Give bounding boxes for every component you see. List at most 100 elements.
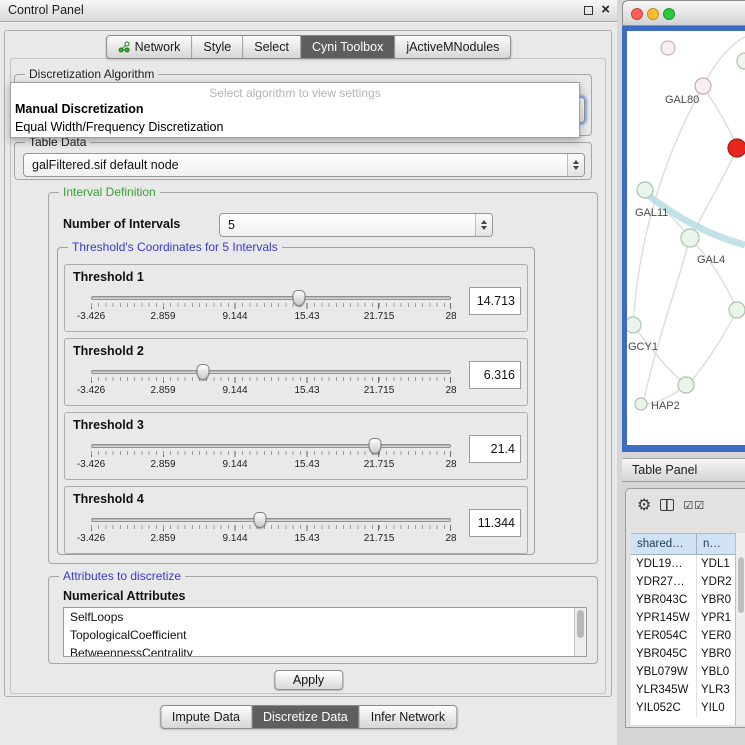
threshold-1-slider[interactable]: -3.426 2.859 9.144 15.43 21.715 28 [91, 289, 451, 327]
table-cell[interactable]: YDL1 [697, 555, 737, 573]
table-cell[interactable]: YPR1 [697, 609, 737, 627]
slider-track[interactable] [91, 370, 451, 374]
close-icon[interactable] [601, 1, 610, 18]
restore-icon[interactable] [584, 6, 593, 15]
threshold-2-value[interactable]: 6.316 [469, 361, 521, 389]
number-of-intervals-combo[interactable]: 5 [219, 213, 493, 237]
up-down-arrows-icon[interactable] [475, 214, 492, 236]
network-canvas[interactable]: GAL80 GAL11 GAL4 GCY1 HAP2 [627, 31, 745, 445]
up-down-arrows-icon[interactable] [567, 154, 584, 176]
table-cell[interactable]: YBR0 [697, 645, 737, 663]
column-header[interactable]: shared… [631, 534, 697, 554]
network-node-gal11[interactable] [637, 182, 653, 198]
network-node-gcy1[interactable] [627, 317, 641, 333]
gear-icon[interactable] [637, 497, 651, 513]
list-item[interactable]: BetweennessCentrality [64, 644, 586, 657]
column-header[interactable]: n… [697, 534, 737, 554]
dropdown-item-equal-width-frequency[interactable]: Equal Width/Frequency Discretization [11, 118, 579, 136]
table-row[interactable]: YBL079W YBL0 [631, 663, 737, 681]
threshold-4-value[interactable]: 11.344 [469, 509, 521, 537]
table-cell[interactable]: YBR045C [631, 645, 697, 663]
tab-select[interactable]: Select [243, 36, 301, 58]
table-row[interactable]: YIL052C YIL0 [631, 699, 737, 717]
network-node-hap2[interactable] [635, 398, 647, 410]
table-cell[interactable]: YIL0 [697, 699, 737, 717]
table-cell[interactable]: YDR27… [631, 573, 697, 591]
table-row[interactable]: YER054C YER0 [631, 627, 737, 645]
tab-network[interactable]: Network [107, 36, 193, 58]
table-row[interactable]: YDL19… YDL1 [631, 555, 737, 573]
scrollbar-thumb[interactable] [738, 557, 744, 613]
slider-track[interactable] [91, 518, 451, 522]
network-node-gal4[interactable] [681, 229, 699, 247]
list-item[interactable]: SelfLoops [64, 608, 586, 626]
list-item[interactable]: TopologicalCoefficient [64, 626, 586, 644]
red-node[interactable] [728, 139, 745, 157]
table-cell[interactable]: YBR043C [631, 591, 697, 609]
table-row[interactable]: YDR27… YDR2 [631, 573, 737, 591]
group-title: Threshold's Coordinates for 5 Intervals [68, 240, 282, 254]
minimize-light[interactable] [647, 8, 659, 20]
table-cell[interactable]: YBL0 [697, 663, 737, 681]
tab-impute-data[interactable]: Impute Data [161, 706, 252, 728]
table-scrollbar[interactable] [735, 533, 745, 725]
table-cell[interactable]: YLR345W [631, 681, 697, 699]
number-of-intervals-value: 5 [220, 214, 475, 236]
threshold-2-slider[interactable]: -3.426 2.859 9.144 15.43 21.715 28 [91, 363, 451, 401]
network-node[interactable] [678, 377, 694, 393]
network-node[interactable] [729, 302, 745, 318]
network-node[interactable] [661, 41, 675, 55]
tab-style[interactable]: Style [192, 36, 243, 58]
table-row[interactable]: YLR345W YLR3 [631, 681, 737, 699]
threshold-4-slider[interactable]: -3.426 2.859 9.144 15.43 21.715 28 [91, 511, 451, 549]
slider-thumb[interactable] [369, 438, 382, 454]
tab-label: jActiveMNodules [406, 40, 499, 54]
table-cell[interactable]: YPR145W [631, 609, 697, 627]
table-row[interactable]: YPR145W YPR1 [631, 609, 737, 627]
slider-track[interactable] [91, 296, 451, 300]
apply-button[interactable]: Apply [274, 670, 343, 690]
columns-icon[interactable] [660, 499, 674, 511]
scrollbar-thumb[interactable] [577, 610, 584, 638]
table-cell[interactable]: YDR2 [697, 573, 737, 591]
network-node[interactable] [737, 53, 745, 69]
network-node-gal80[interactable] [695, 78, 711, 94]
table-panel-header[interactable]: Table Panel [622, 458, 745, 482]
threshold-1-value[interactable]: 14.713 [469, 287, 521, 315]
slider-track[interactable] [91, 444, 451, 448]
cyni-mode-tabs: Impute Data Discretize Data Infer Networ… [160, 705, 457, 729]
node-label: GAL80 [665, 94, 699, 106]
table-cell[interactable]: YER0 [697, 627, 737, 645]
scale-label: 2.859 [150, 533, 175, 544]
scale-label: -3.426 [77, 385, 105, 396]
slider-thumb[interactable] [254, 512, 267, 528]
checkbox-icons[interactable] [683, 500, 705, 511]
node-label: HAP2 [651, 400, 680, 412]
network-window-titlebar[interactable] [622, 0, 745, 26]
table-cell[interactable]: YBR0 [697, 591, 737, 609]
tab-discretize-data[interactable]: Discretize Data [252, 706, 360, 728]
network-view-window: GAL80 GAL11 GAL4 GCY1 HAP2 [622, 0, 745, 452]
slider-thumb[interactable] [196, 364, 209, 380]
tab-cyni-toolbox[interactable]: Cyni Toolbox [301, 36, 395, 58]
table-cell[interactable]: YLR3 [697, 681, 737, 699]
table-cell[interactable]: YER054C [631, 627, 697, 645]
table-cell[interactable]: YDL19… [631, 555, 697, 573]
tab-jactivemnodules[interactable]: jActiveMNodules [395, 36, 510, 58]
table-data-combo[interactable]: galFiltered.sif default node [23, 153, 585, 177]
attributes-list[interactable]: SelfLoops TopologicalCoefficient Between… [63, 607, 587, 657]
table-cell[interactable]: YBL079W [631, 663, 697, 681]
table-row[interactable]: YBR043C YBR0 [631, 591, 737, 609]
list-scrollbar[interactable] [574, 608, 586, 656]
zoom-light[interactable] [663, 8, 675, 20]
dropdown-item-manual-discretization[interactable]: Manual Discretization [11, 100, 579, 118]
threshold-3-slider[interactable]: -3.426 2.859 9.144 15.43 21.715 28 [91, 437, 451, 475]
slider-scale: -3.426 2.859 9.144 15.43 21.715 28 [91, 533, 451, 545]
threshold-3-value[interactable]: 21.4 [469, 435, 521, 463]
tab-infer-network[interactable]: Infer Network [360, 706, 456, 728]
close-light[interactable] [631, 8, 643, 20]
window-titlebar[interactable]: Control Panel [0, 0, 617, 22]
table-row[interactable]: YBR045C YBR0 [631, 645, 737, 663]
slider-thumb[interactable] [292, 290, 305, 306]
table-cell[interactable]: YIL052C [631, 699, 697, 717]
